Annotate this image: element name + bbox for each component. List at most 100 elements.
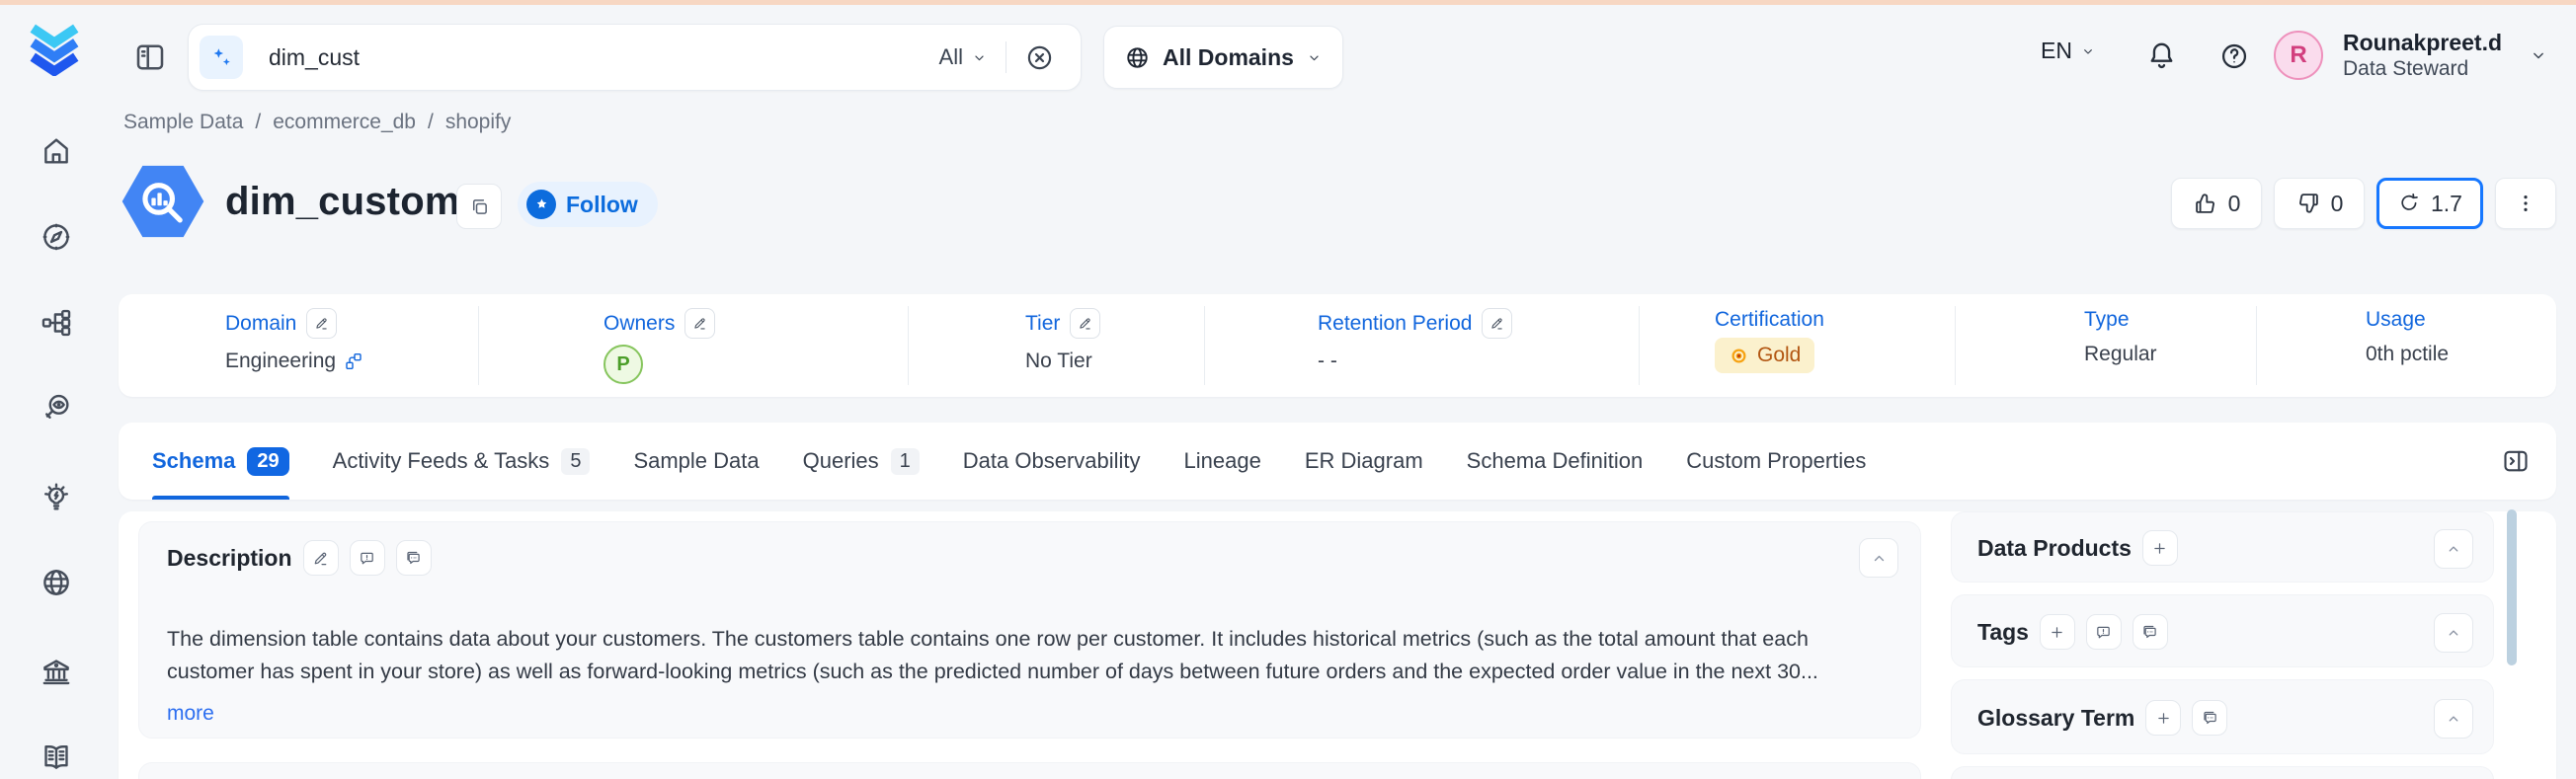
meta-type: Type Regular [1956,294,2257,397]
global-search-bar[interactable]: All [188,24,1082,91]
collapse-data-products-button[interactable] [2434,529,2473,569]
glossary-suggestions-button[interactable] [2192,700,2227,736]
sidebar-item-explore[interactable] [40,220,73,254]
data-products-title: Data Products [1977,535,2132,562]
tab-lineage[interactable]: Lineage [1184,423,1261,500]
breadcrumb-item[interactable]: ecommerce_db [273,111,416,134]
flow-icon [40,306,73,340]
comments-icon [405,550,422,567]
chevron-down-icon [2080,43,2096,59]
sidebar-item-domains[interactable] [40,566,73,599]
edit-tier-button[interactable] [1070,308,1100,339]
comment-icon [359,550,375,567]
sidebar-item-glossary[interactable] [40,740,73,774]
description-card: Description The dimension table contains… [138,521,1921,739]
certification-badge: Gold [1715,338,1814,373]
meta-value: Regular [2084,343,2157,366]
search-filter-dropdown[interactable]: All [939,44,988,70]
tab-schema-definition[interactable]: Schema Definition [1467,423,1644,500]
sidebar-item-home[interactable] [40,134,73,168]
ai-sparkle-icon[interactable] [200,36,243,79]
version-history-icon [2397,192,2421,215]
description-more-link[interactable]: more [167,702,214,726]
upvote-count: 0 [2228,191,2241,217]
user-role: Data Steward [2343,56,2502,81]
language-selector[interactable]: EN [2041,38,2096,64]
chevron-down-icon [1306,49,1323,66]
language-label: EN [2041,38,2072,64]
tab-custom-properties[interactable]: Custom Properties [1686,423,1866,500]
thumbs-down-icon [2295,191,2321,216]
chevron-down-icon [971,49,988,66]
follow-label: Follow [566,192,638,218]
user-menu[interactable]: Rounakpreet.d Data Steward [2343,30,2502,81]
tab-queries[interactable]: Queries 1 [803,423,920,500]
sidebar-item-insights[interactable] [40,482,73,515]
add-data-product-button[interactable] [2142,530,2178,566]
version-button[interactable]: 1.7 [2376,178,2483,229]
tab-label: Lineage [1184,448,1261,474]
upvote-button[interactable]: 0 [2171,178,2262,229]
search-input[interactable] [267,43,939,72]
owner-avatar[interactable]: P [604,345,643,384]
certification-value: Gold [1757,344,1801,367]
globe-icon [1124,44,1151,71]
edit-owners-button[interactable] [684,308,715,339]
breadcrumb-item[interactable]: Sample Data [123,111,243,134]
help-icon[interactable] [2218,40,2250,72]
notifications-bell-icon[interactable] [2145,39,2178,72]
tab-er-diagram[interactable]: ER Diagram [1305,423,1423,500]
add-tag-button[interactable] [2040,614,2075,650]
domains-dropdown[interactable]: All Domains [1103,26,1343,89]
edit-retention-button[interactable] [1482,308,1512,339]
collapse-glossary-button[interactable] [2434,699,2473,739]
add-glossary-term-button[interactable] [2145,700,2181,736]
plus-icon [2155,710,2172,727]
tab-badge: 5 [561,448,590,475]
edit-description-button[interactable] [303,540,339,576]
tab-schema[interactable]: Schema 29 [152,423,289,500]
app-logo[interactable] [26,19,83,81]
globe-icon [40,566,73,599]
version-number: 1.7 [2431,191,2462,217]
glossary-term-title: Glossary Term [1977,705,2134,732]
collapse-description-button[interactable] [1859,538,1898,578]
tab-activity-feeds[interactable]: Activity Feeds & Tasks 5 [333,423,591,500]
data-products-card: Data Products [1951,511,2494,583]
tags-card: Tags [1951,594,2494,667]
sidebar-item-observability[interactable] [40,391,73,425]
user-avatar[interactable]: R [2274,31,2323,80]
tags-suggestions-button[interactable] [2133,614,2168,650]
meta-label: Type [2084,308,2130,332]
comment-tags-button[interactable] [2086,614,2122,650]
user-name: Rounakpreet.d [2343,30,2502,56]
schema-tab-content: Description The dimension table contains… [119,511,2556,779]
pencil-icon [1489,316,1504,331]
pencil-icon [692,316,707,331]
right-panel-scrollbar[interactable] [2507,509,2517,665]
clear-search-icon[interactable] [1024,42,1055,73]
edit-domain-button[interactable] [306,308,337,339]
star-icon [526,190,556,219]
copy-name-button[interactable] [456,184,502,229]
comment-icon [2095,624,2112,641]
home-icon [40,134,73,168]
description-suggestions-button[interactable] [396,540,432,576]
user-menu-chevron-icon[interactable] [2529,45,2548,65]
follow-button[interactable]: Follow [518,182,658,227]
expand-right-panel-icon[interactable] [2499,444,2533,478]
collapse-tags-button[interactable] [2434,613,2473,653]
sidebar-toggle-icon[interactable] [132,39,168,75]
breadcrumb: Sample Data / ecommerce_db / shopify [123,111,511,134]
meta-value: 0th pctile [2366,343,2449,366]
more-actions-button[interactable] [2495,178,2556,229]
sidebar-item-platform[interactable] [40,306,73,340]
tab-data-observability[interactable]: Data Observability [963,423,1141,500]
downvote-button[interactable]: 0 [2274,178,2365,229]
tab-badge: 1 [891,448,920,475]
tab-sample-data[interactable]: Sample Data [633,423,759,500]
sidebar-item-govern[interactable] [40,655,73,688]
breadcrumb-item[interactable]: shopify [445,111,512,134]
domain-link-icon[interactable] [344,351,363,371]
comment-description-button[interactable] [350,540,385,576]
